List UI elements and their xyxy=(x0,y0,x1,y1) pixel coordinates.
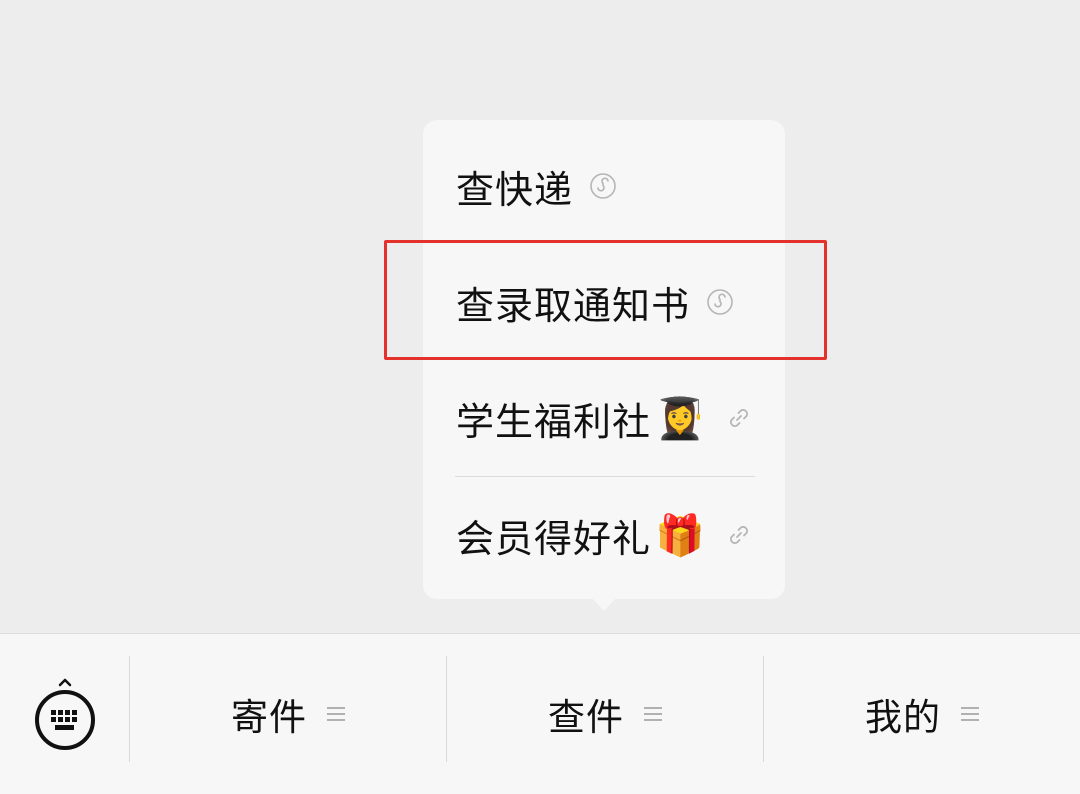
tab-label: 我的 xyxy=(865,696,941,739)
keyboard-icon xyxy=(35,678,95,750)
tab-track[interactable]: 查件 xyxy=(447,634,763,794)
tab-label: 查件 xyxy=(548,696,624,739)
menu-lines-icon xyxy=(327,707,345,721)
menu-lines-icon xyxy=(644,707,662,721)
tab-mine[interactable]: 我的 xyxy=(764,634,1080,794)
keyboard-toggle-button[interactable] xyxy=(0,634,130,794)
menu-item-label: 学生福利社 xyxy=(456,399,652,444)
popup-arrow xyxy=(590,596,618,611)
menu-lines-icon xyxy=(961,707,979,721)
menu-item-label: 会员得好礼 xyxy=(456,516,652,561)
student-emoji: 👩‍🎓 xyxy=(655,395,705,442)
menu-item-student-welfare[interactable]: 学生福利社 👩‍🎓 xyxy=(423,360,785,476)
link-icon xyxy=(729,526,748,544)
bottom-menu-bar: 寄件 查件 我的 xyxy=(0,633,1080,794)
gift-emoji: 🎁 xyxy=(655,512,705,559)
menu-item-check-express[interactable]: 查快递 xyxy=(423,128,785,244)
link-icon xyxy=(729,409,748,427)
highlight-box xyxy=(384,240,827,360)
tab-send[interactable]: 寄件 xyxy=(130,634,446,794)
mini-program-icon xyxy=(590,173,616,199)
menu-item-member-gifts[interactable]: 会员得好礼 🎁 xyxy=(423,477,785,593)
tab-label: 寄件 xyxy=(231,696,307,739)
menu-item-label: 查快递 xyxy=(456,167,574,212)
